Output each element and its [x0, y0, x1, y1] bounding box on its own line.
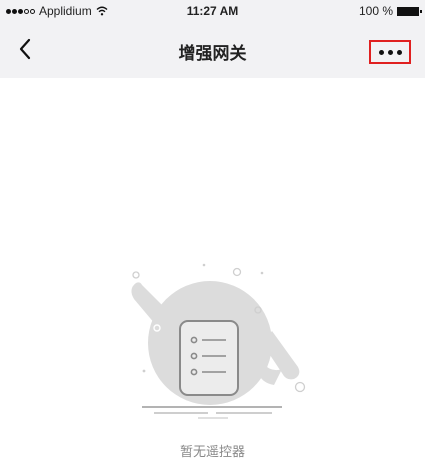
battery-icon [397, 6, 422, 16]
more-button[interactable] [369, 40, 411, 64]
status-right: 100 % [358, 4, 422, 18]
more-dot [387, 49, 393, 55]
more-horizontal-icon [378, 49, 384, 55]
nav-bar: 增强网关 [0, 22, 425, 78]
page-title: 增强网关 [178, 44, 247, 64]
empty-message: 暂无遥控器 [179, 445, 245, 460]
status-bar: Applidium 11:27 AM 100 % [0, 0, 425, 22]
battery-percent: 100 % [358, 4, 393, 18]
more-dot [396, 49, 402, 55]
empty-illustration [112, 255, 312, 425]
remote-list-icon [131, 263, 306, 419]
